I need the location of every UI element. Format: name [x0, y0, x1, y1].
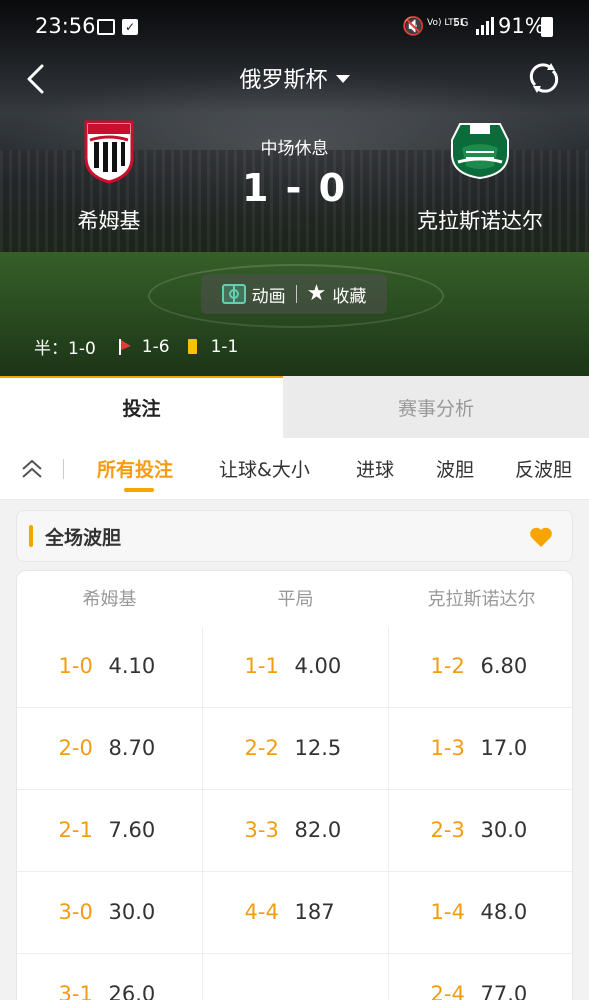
score-label: 2-0 — [58, 736, 93, 760]
odds-cell[interactable]: 1-3 17.0 — [389, 707, 572, 789]
tab-betting[interactable]: 投注 — [0, 376, 283, 438]
status-time: 23:56 — [35, 14, 96, 38]
subtab-all-bets[interactable]: 所有投注 — [97, 455, 173, 482]
corners-count: 1-6 — [141, 336, 170, 357]
score-label: 2-1 — [58, 818, 93, 842]
section-title: 全场波胆 — [45, 527, 122, 549]
odds-cell[interactable]: 1-2 6.80 — [389, 625, 572, 707]
subtab-handicap-ou[interactable]: 让球&大小 — [219, 455, 310, 482]
subtab-anti-correct-score[interactable]: 反波胆 — [515, 455, 572, 482]
odds-cell[interactable]: 1-4 48.0 — [389, 871, 572, 953]
odds-cell[interactable]: 1-1 4.00 — [203, 625, 388, 707]
match-header: 23:56 ✓ 🔇 Vo) LTE1 5G 91% 俄罗斯杯 希姆基 克拉斯诺达… — [0, 0, 589, 376]
mute-icon: 🔇 — [402, 16, 425, 37]
score-label: 1-1 — [244, 654, 279, 678]
score-label: 1-3 — [430, 736, 465, 760]
odds-value: 17.0 — [480, 736, 528, 760]
score-label: 3-0 — [58, 900, 93, 924]
score-label: 3-1 — [58, 982, 93, 1000]
caret-down-icon — [335, 75, 350, 83]
odds-cell[interactable]: 2-3 30.0 — [389, 789, 572, 871]
odds-value: 4.10 — [108, 654, 156, 678]
score-label: 2-4 — [430, 982, 465, 1000]
odds-value: 30.0 — [480, 818, 528, 842]
match-stats: 半：1-0 1-6 1-1 — [34, 334, 239, 360]
league-name: 俄罗斯杯 — [239, 68, 328, 93]
odds-value: 187 — [294, 900, 335, 924]
odds-cell[interactable]: 3-0 30.0 — [17, 871, 202, 953]
odds-cell[interactable]: 1-0 4.10 — [17, 625, 202, 707]
odds-value: 8.70 — [108, 736, 156, 760]
signal-icon — [476, 17, 494, 35]
checkbox-notification-icon: ✓ — [122, 19, 138, 35]
odds-value: 26.0 — [108, 982, 156, 1000]
odds-cell[interactable]: 2-0 8.70 — [17, 707, 202, 789]
correct-score-odds-table: 希姆基 平局 克拉斯诺达尔 1-0 4.10 1-1 4.00 1-2 6.80 2-… — [16, 570, 573, 1000]
favorite-button[interactable]: ★ 收藏 — [307, 282, 367, 307]
score-label: 3-3 — [244, 818, 279, 842]
main-tabs: 投注 赛事分析 — [0, 376, 589, 438]
collapse-chevrons-icon[interactable] — [20, 457, 44, 481]
odds-value: 12.5 — [294, 736, 342, 760]
animation-label: 动画 — [251, 286, 286, 307]
odds-value: 48.0 — [480, 900, 528, 924]
bet-type-tabs: 所有投注 让球&大小 进球 波胆 反波胆 — [0, 438, 589, 500]
odds-cell[interactable]: 3-1 26.0 — [17, 953, 202, 1000]
yellow-cards-count: 1-1 — [210, 336, 239, 357]
heart-icon[interactable] — [529, 526, 553, 548]
pitch-animation-icon — [221, 284, 246, 304]
battery-icon — [541, 17, 553, 37]
league-selector[interactable]: 俄罗斯杯 — [0, 62, 589, 94]
match-score: 1 - 0 — [241, 166, 348, 210]
odds-value: 30.0 — [108, 900, 156, 924]
column-header-draw: 平局 — [277, 589, 314, 610]
score-label: 2-3 — [430, 818, 465, 842]
odds-value: 82.0 — [294, 818, 342, 842]
refresh-icon[interactable] — [528, 62, 560, 94]
score-label: 2-2 — [244, 736, 279, 760]
score-label: 1-4 — [430, 900, 465, 924]
gallery-icon — [97, 19, 115, 35]
animation-button[interactable]: 动画 — [221, 282, 286, 307]
score-label: 1-0 — [58, 654, 93, 678]
match-actions: 动画 ★ 收藏 — [201, 274, 387, 314]
tab-analysis[interactable]: 赛事分析 — [283, 376, 589, 438]
odds-cell-empty — [203, 953, 388, 1000]
subtab-goals[interactable]: 进球 — [356, 455, 394, 482]
section-header[interactable]: 全场波胆 — [16, 510, 573, 562]
odds-cell[interactable]: 4-4 187 — [203, 871, 388, 953]
subtab-correct-score[interactable]: 波胆 — [436, 455, 474, 482]
odds-cell[interactable]: 2-2 12.5 — [203, 707, 388, 789]
corner-flag-icon — [118, 338, 131, 355]
odds-cell[interactable]: 2-4 77.0 — [389, 953, 572, 1000]
score-label: 4-4 — [244, 900, 279, 924]
odds-value: 77.0 — [480, 982, 528, 1000]
yellow-card-icon — [187, 339, 197, 354]
column-header-away: 克拉斯诺达尔 — [427, 589, 536, 610]
odds-value: 4.00 — [294, 654, 342, 678]
active-subtab-indicator — [124, 488, 154, 492]
star-icon: ★ — [306, 281, 327, 306]
odds-cell[interactable]: 3-3 82.0 — [203, 789, 388, 871]
status-bar: 23:56 ✓ 🔇 Vo) LTE1 5G 91% — [0, 0, 589, 56]
odds-cell[interactable]: 2-1 7.60 — [17, 789, 202, 871]
odds-value: 6.80 — [480, 654, 528, 678]
half-time-score: 半：1-0 — [34, 339, 96, 359]
match-status: 中场休息 — [260, 139, 329, 159]
battery-percent: 91% — [498, 14, 545, 38]
column-header-home: 希姆基 — [82, 589, 137, 610]
favorite-label: 收藏 — [332, 286, 367, 307]
odds-value: 7.60 — [108, 818, 156, 842]
score-label: 1-2 — [430, 654, 465, 678]
network-5g-indicator: 5G — [453, 16, 469, 29]
